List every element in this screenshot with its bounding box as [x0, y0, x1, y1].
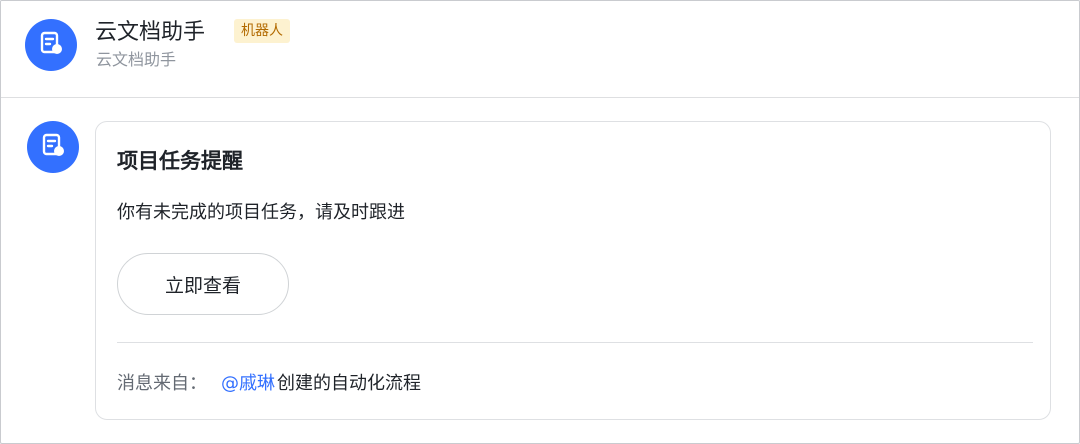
- card-footer: 消息来自： @戚琳 创建的自动化流程: [117, 370, 421, 398]
- card-text: 你有未完成的项目任务，请及时跟进: [117, 202, 405, 223]
- message-avatar[interactable]: [27, 121, 79, 173]
- chat-window: 云文档助手 机器人 云文档助手 项目任务提醒 你有未完成的项目任务，请及时跟进 …: [0, 0, 1080, 444]
- bot-name: 云文档助手: [95, 20, 206, 45]
- bot-badge: 机器人: [234, 19, 290, 43]
- message-card: 项目任务提醒 你有未完成的项目任务，请及时跟进 立即查看 消息来自： @戚琳 创建的…: [95, 121, 1051, 420]
- divider: [117, 342, 1033, 343]
- card-title: 项目任务提醒: [117, 149, 243, 173]
- doc-assistant-icon: [38, 30, 64, 60]
- view-now-button[interactable]: 立即查看: [117, 253, 289, 315]
- avatar[interactable]: [25, 19, 77, 71]
- chat-header: 云文档助手 机器人 云文档助手: [1, 1, 1079, 98]
- footer-suffix: 创建的自动化流程: [277, 373, 421, 394]
- doc-assistant-icon: [40, 132, 66, 162]
- mention-link[interactable]: @戚琳: [221, 373, 275, 394]
- bot-subtitle: 云文档助手: [96, 50, 177, 69]
- footer-prefix: 消息来自：: [117, 373, 207, 394]
